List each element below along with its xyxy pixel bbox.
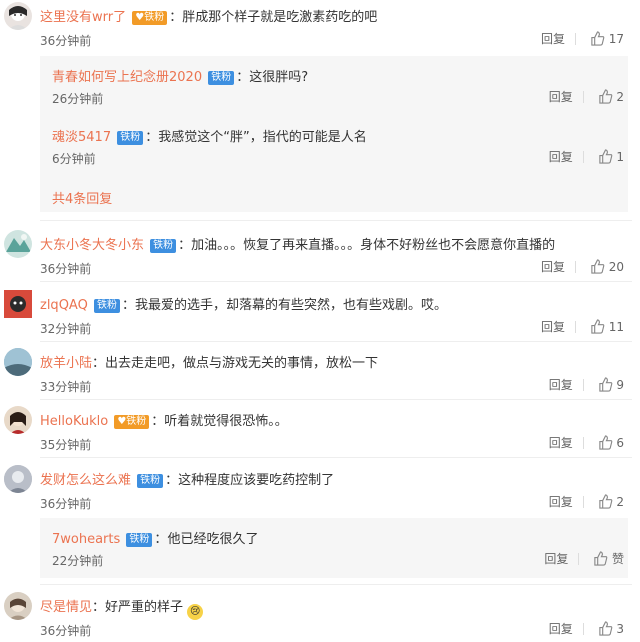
thumbs-up-icon[interactable] <box>590 319 605 337</box>
fan-badge: 铁粉 <box>150 239 177 253</box>
thumbs-up-icon[interactable] <box>590 259 605 277</box>
username[interactable]: 发财怎么这么难 <box>40 473 131 488</box>
like-count: 3 <box>616 622 624 636</box>
reply-button[interactable]: 回复 <box>549 378 573 392</box>
like-count: 11 <box>608 320 624 334</box>
crying-face-emoji: 😢 <box>187 604 204 620</box>
comment-item: HelloKuklo ♥铁粉 ：听着就觉得很恐怖。。 35分钟前 回复 6 <box>0 406 640 458</box>
thumbs-up-icon[interactable] <box>598 435 613 453</box>
avatar[interactable] <box>4 348 32 376</box>
like-label: 赞 <box>611 552 624 566</box>
username[interactable]: 大东小冬大冬小东 <box>40 238 144 253</box>
timestamp: 36分钟前 <box>40 34 92 48</box>
comment-list: 这里没有wrr了 ♥铁粉 ：胖成那个样子就是吃激素药吃的吧 36分钟前 回复 17… <box>0 0 640 642</box>
divider <box>40 399 632 400</box>
timestamp: 22分钟前 <box>52 554 104 568</box>
comment-item: 大东小冬大冬小东 铁粉 ：加油。。。恢复了再来直播。。。身体不好粉丝也不会愿意你直… <box>0 230 640 282</box>
reply-button[interactable]: 回复 <box>549 495 573 509</box>
thumbs-up-icon[interactable] <box>598 494 613 512</box>
like-count: 17 <box>608 32 624 46</box>
reply-button[interactable]: 回复 <box>541 320 565 334</box>
comment-text: 我最爱的选手，却落幕的有些突然，也有些戏剧。哎。 <box>134 298 447 313</box>
like-count: 2 <box>616 90 624 104</box>
username[interactable]: 魂淡5417 <box>52 130 111 145</box>
avatar[interactable] <box>4 465 32 493</box>
like-count: 1 <box>616 150 624 164</box>
comment-text: 加油。。。恢复了再来直播。。。身体不好粉丝也不会愿意你直播的 <box>191 238 556 253</box>
comment-item: 发财怎么这么难 铁粉 ：这种程度应该要吃药控制了 36分钟前 回复 2 <box>0 465 640 517</box>
reply-button[interactable]: 回复 <box>549 436 573 450</box>
divider <box>40 341 632 342</box>
reply-button[interactable]: 回复 <box>541 32 565 46</box>
fan-badge: 铁粉 <box>208 71 235 85</box>
username[interactable]: 7wohearts <box>52 532 120 547</box>
thumbs-up-icon[interactable] <box>598 89 613 107</box>
thumbs-up-icon[interactable] <box>598 621 613 639</box>
fan-badge: 铁粉 <box>117 131 144 145</box>
divider <box>40 220 632 221</box>
timestamp: 32分钟前 <box>40 322 92 336</box>
timestamp: 26分钟前 <box>52 92 104 106</box>
avatar[interactable] <box>4 290 32 318</box>
comment-text: 胖成那个样子就是吃激素药吃的吧 <box>182 10 378 25</box>
divider <box>40 281 632 282</box>
avatar[interactable] <box>4 592 32 620</box>
reply-thread: 青春如何写上纪念册2020 铁粉 ：这很胖吗? 26分钟前 回复 2 魂淡5417… <box>40 56 628 212</box>
fan-badge: ♥铁粉 <box>132 11 168 25</box>
username[interactable]: HelloKuklo <box>40 414 108 429</box>
reply-button[interactable]: 回复 <box>544 552 568 566</box>
more-replies-link[interactable]: 共4条回复 <box>52 188 112 207</box>
comment-text: 听着就觉得很恐怖。。 <box>164 414 288 429</box>
reply-thread: 7wohearts 铁粉 ：他已经吃很久了 22分钟前 回复 赞 <box>40 518 628 578</box>
thumbs-up-icon[interactable] <box>590 31 605 49</box>
timestamp: 36分钟前 <box>40 497 92 511</box>
divider <box>40 457 632 458</box>
fan-badge: 铁粉 <box>126 533 153 547</box>
timestamp: 33分钟前 <box>40 380 92 394</box>
comment-item: 尽是情见：好严重的样子 😢 36分钟前 回复 3 <box>0 592 640 642</box>
reply-button[interactable]: 回复 <box>541 260 565 274</box>
username[interactable]: 这里没有wrr了 <box>40 10 126 25</box>
username[interactable]: zlqQAQ <box>40 298 88 313</box>
comment-item: 这里没有wrr了 ♥铁粉 ：胖成那个样子就是吃激素药吃的吧 36分钟前 回复 17 <box>0 2 640 56</box>
avatar[interactable] <box>4 230 32 258</box>
avatar[interactable] <box>4 406 32 434</box>
fan-badge: 铁粉 <box>93 299 120 313</box>
reply-item: 魂淡5417 铁粉 ：我感觉这个“胖”，指代的可能是人名 6分钟前 回复 1 <box>52 130 624 167</box>
comment-text: 出去走走吧，做点与游戏无关的事情，放松一下 <box>105 356 379 371</box>
reply-button[interactable]: 回复 <box>549 90 573 104</box>
reply-item: 青春如何写上纪念册2020 铁粉 ：这很胖吗? 26分钟前 回复 2 <box>52 70 624 107</box>
fan-badge: ♥铁粉 <box>114 415 150 429</box>
reply-text: 这很胖吗? <box>249 70 309 85</box>
comment-text: 好严重的样子 <box>105 600 184 615</box>
avatar[interactable] <box>4 2 32 30</box>
thumbs-up-icon[interactable] <box>593 551 608 569</box>
timestamp: 35分钟前 <box>40 438 92 452</box>
reply-button[interactable]: 回复 <box>549 622 573 636</box>
username[interactable]: 放羊小陆 <box>40 356 92 371</box>
like-count: 20 <box>608 260 624 274</box>
thumbs-up-icon[interactable] <box>598 377 613 395</box>
comment-text: 这种程度应该要吃药控制了 <box>178 473 335 488</box>
reply-button[interactable]: 回复 <box>549 150 573 164</box>
timestamp: 36分钟前 <box>40 624 92 638</box>
like-count: 2 <box>616 495 624 509</box>
username[interactable]: 尽是情见 <box>40 600 92 615</box>
reply-text: 我感觉这个“胖”，指代的可能是人名 <box>158 130 367 145</box>
like-count: 6 <box>616 436 624 450</box>
timestamp: 6分钟前 <box>52 152 96 166</box>
reply-text: 他已经吃很久了 <box>167 532 259 547</box>
comment-item: 放羊小陆：出去走走吧，做点与游戏无关的事情，放松一下 33分钟前 回复 9 <box>0 348 640 400</box>
fan-badge: 铁粉 <box>137 474 164 488</box>
username[interactable]: 青春如何写上纪念册2020 <box>52 70 202 85</box>
like-count: 9 <box>616 378 624 392</box>
reply-item: 7wohearts 铁粉 ：他已经吃很久了 22分钟前 回复 赞 <box>52 532 624 569</box>
thumbs-up-icon[interactable] <box>598 149 613 167</box>
comment-item: zlqQAQ 铁粉 ：我最爱的选手，却落幕的有些突然，也有些戏剧。哎。 32分钟前… <box>0 290 640 342</box>
divider <box>40 584 632 585</box>
timestamp: 36分钟前 <box>40 262 92 276</box>
